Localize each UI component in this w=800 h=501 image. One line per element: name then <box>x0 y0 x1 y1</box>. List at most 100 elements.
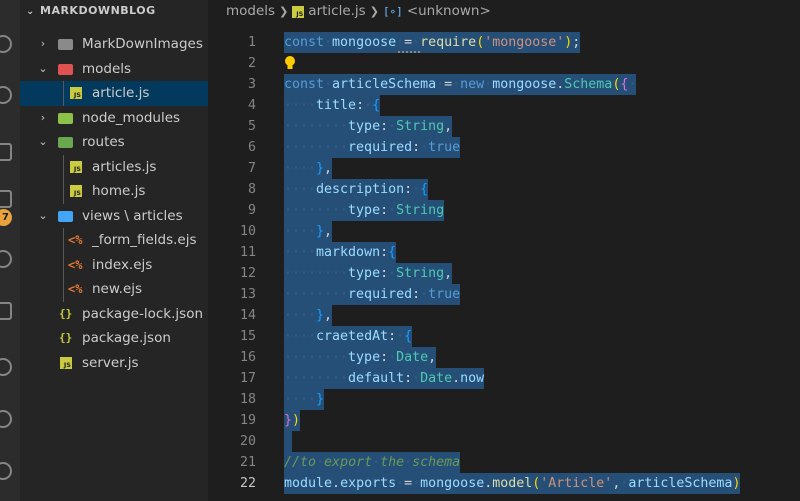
chevron-right-icon: ❯ <box>279 5 289 18</box>
tree-item-articles-js[interactable]: JS articles.js <box>20 154 208 179</box>
ejs-file-icon: <% <box>68 233 83 247</box>
tree-item-label: server.js <box>82 354 139 371</box>
code-area[interactable]: 1 const·mongoose·=·require('mongoose'); 2… <box>208 32 800 494</box>
tree-item-models[interactable]: ⌄ models <box>20 57 208 82</box>
indent-guide <box>63 154 64 179</box>
code-line: 13 ········required:·true <box>208 284 800 305</box>
live-share-icon[interactable] <box>0 358 12 376</box>
accounts-icon[interactable] <box>0 410 12 428</box>
code-line: 20 <box>208 431 800 452</box>
tree-item-label: articles.js <box>92 158 157 175</box>
js-file-icon: JS <box>70 185 82 197</box>
tree-item-label: routes <box>82 134 125 150</box>
line-number: 9 <box>247 203 256 218</box>
code-line: 16 ········type:·Date, <box>208 347 800 368</box>
tree-item-label: models <box>82 60 132 77</box>
tree-item-routes[interactable]: ⌄ routes <box>20 130 208 155</box>
code-line: 3 const·articleSchema·=·new·mongoose.Sche… <box>208 74 800 95</box>
tree-item-node-modules[interactable]: › node_modules <box>20 106 208 131</box>
line-number: 20 <box>239 434 256 449</box>
line-number: 13 <box>239 287 256 302</box>
run-debug-icon[interactable] <box>0 143 12 161</box>
search-icon[interactable] <box>0 35 12 53</box>
code-line: 8 ····description:·{ <box>208 179 800 200</box>
line-number: 5 <box>247 119 256 134</box>
code-line: 22 module.exports·=·mongoose.model('Artic… <box>208 473 800 494</box>
lightbulb-icon[interactable] <box>283 55 297 71</box>
tree-item-label: MarkDownImages <box>82 36 203 52</box>
code-line: 15 ····craetedAt:·{ <box>208 326 800 347</box>
line-number: 19 <box>239 413 256 428</box>
code-line: 12 ········type:·String, <box>208 263 800 284</box>
code-line: 6 ········required:·true <box>208 137 800 158</box>
chevron-down-icon: ⌄ <box>38 61 48 75</box>
tree-item-package-json[interactable]: {} package.json <box>20 326 208 351</box>
line-number: 12 <box>239 266 256 281</box>
remote-explorer-icon[interactable] <box>0 250 12 268</box>
code-line: 17 ········default:·Date.now <box>208 368 800 389</box>
chevron-right-icon: ❯ <box>369 5 379 18</box>
extensions-icon[interactable] <box>0 190 12 208</box>
line-number: 14 <box>239 308 256 323</box>
tree-item-label: package-lock.json <box>82 305 204 322</box>
line-number: 16 <box>239 350 256 365</box>
line-number: 2 <box>247 56 256 71</box>
line-number: 4 <box>247 98 256 113</box>
tree-item-server-js[interactable]: JS server.js <box>20 351 208 376</box>
indent-guide <box>63 81 64 106</box>
tree-item-views-articles[interactable]: ⌄ views \ articles <box>20 204 208 229</box>
tree-item-label: package.json <box>82 330 171 346</box>
js-file-icon: JS <box>70 160 82 173</box>
line-number: 3 <box>247 77 256 92</box>
tree-item-markdownimages[interactable]: › MarkDownImages <box>20 32 208 57</box>
line-number: 15 <box>239 329 256 344</box>
code-line: 4 ····title:·{ <box>208 95 800 116</box>
tree-item-article-js[interactable]: JS article.js <box>20 81 208 106</box>
explorer-header[interactable]: ⌄ MARKDOWNBLOG <box>20 0 208 22</box>
manage-gear-icon[interactable] <box>0 462 12 480</box>
indent-guide <box>63 179 64 204</box>
tree-item-home-js[interactable]: JS home.js <box>20 179 208 204</box>
code-line: 14 ····}, <box>208 305 800 326</box>
ejs-file-icon: <% <box>68 282 83 296</box>
code-line: 10 ····}, <box>208 221 800 242</box>
code-line: 2 <box>208 53 800 74</box>
source-control-icon[interactable] <box>0 86 12 104</box>
routes-folder-icon <box>58 137 73 148</box>
chevron-down-icon: ⌄ <box>38 135 48 148</box>
indent-guide <box>63 252 64 277</box>
ejs-file-icon: <% <box>68 257 83 272</box>
tree-item-index-ejs[interactable]: <% index.ejs <box>20 252 208 277</box>
workspace-title: MARKDOWNBLOG <box>40 4 156 17</box>
js-file-icon: JS <box>292 6 305 18</box>
breadcrumb-symbol[interactable]: <unknown> <box>407 3 491 19</box>
breadcrumb: models ❯ JS article.js ❯ [∘] <unknown> <box>226 0 491 22</box>
indent-guide <box>63 228 64 253</box>
line-number: 11 <box>239 245 256 260</box>
line-number: 17 <box>239 371 256 386</box>
breadcrumb-file[interactable]: article.js <box>308 3 365 19</box>
code-line: 21//to·export·the·schema <box>208 452 800 473</box>
tree-item-label: _form_fields.ejs <box>92 232 197 248</box>
code-line: 7 ····}, <box>208 158 800 179</box>
json-file-icon: {} <box>59 331 73 344</box>
tree-item-new-ejs[interactable]: <% new.ejs <box>20 277 208 302</box>
code-editor[interactable]: models ❯ JS article.js ❯ [∘] <unknown> 1 const·… <box>208 0 800 501</box>
json-file-icon: {} <box>59 306 73 320</box>
explorer-sidebar: ⌄ MARKDOWNBLOG › MarkDownImages ⌄ models … <box>20 0 208 501</box>
tree-item-form-fields-ejs[interactable]: <% _form_fields.ejs <box>20 228 208 253</box>
tree-item-label: node_modules <box>82 109 181 126</box>
chevron-down-icon: ⌄ <box>38 208 48 222</box>
folder-icon <box>58 39 73 50</box>
code-line: 9 ········type:·String <box>208 200 800 221</box>
docker-icon[interactable] <box>0 302 12 320</box>
notification-badge: 7 <box>0 209 12 226</box>
code-line: 5 ········type:·String, <box>208 116 800 137</box>
line-number: 18 <box>239 392 256 407</box>
line-number: 10 <box>239 224 256 239</box>
tree-item-package-lock-json[interactable]: {} package-lock.json <box>20 302 208 327</box>
breadcrumb-folder[interactable]: models <box>226 3 275 19</box>
indent-guide <box>63 277 64 302</box>
line-number: 22 <box>239 476 256 491</box>
views-folder-icon <box>58 210 73 222</box>
